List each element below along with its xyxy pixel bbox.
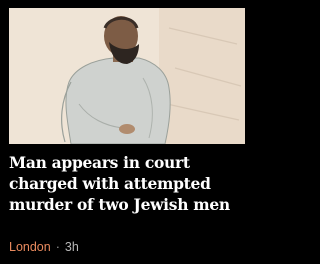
article-meta: London · 3h <box>9 239 79 255</box>
separator-dot: · <box>55 240 60 254</box>
timestamp: 3h <box>64 240 79 254</box>
news-card[interactable]: Man appears in court charged with attemp… <box>0 0 254 264</box>
court-sketch-image[interactable] <box>9 8 245 144</box>
section-label[interactable]: London <box>9 240 51 254</box>
headline[interactable]: Man appears in court charged with attemp… <box>9 152 249 215</box>
